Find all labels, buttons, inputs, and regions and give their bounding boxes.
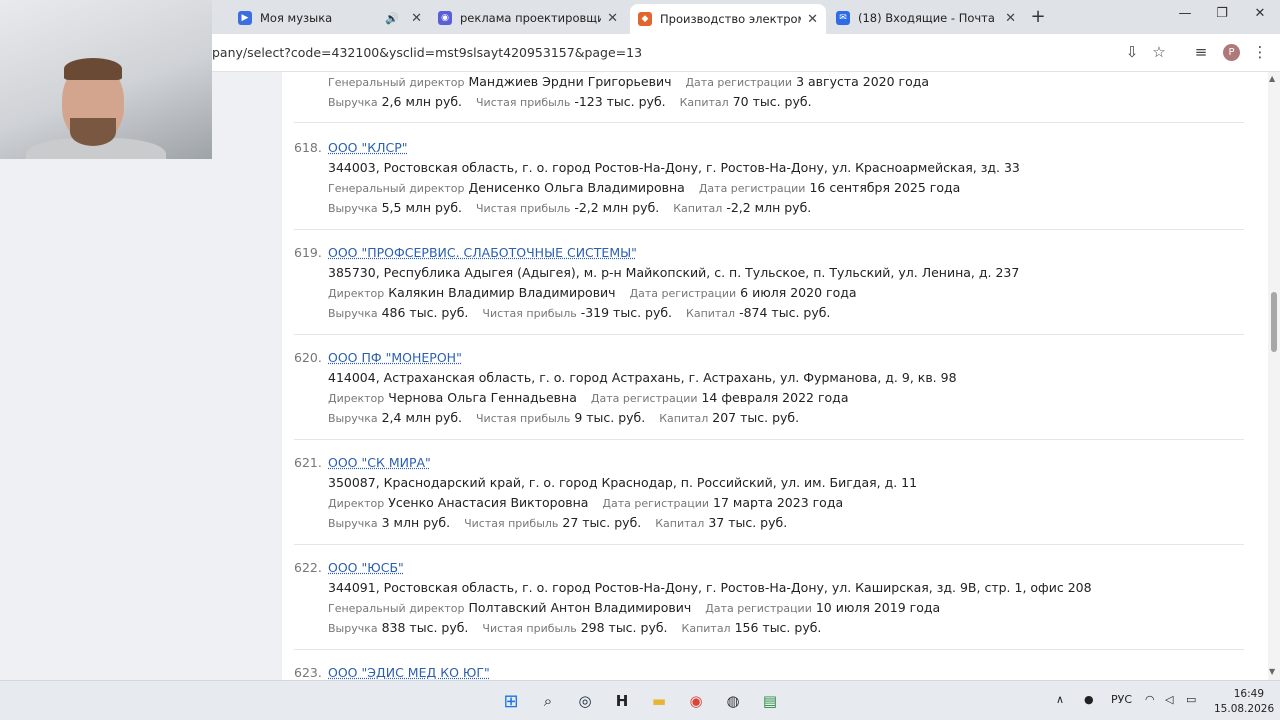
restore-button[interactable]: ❐ bbox=[1212, 6, 1232, 21]
tab-rusprofile[interactable]: ◆ Производство электромонтаж ✕ bbox=[630, 4, 826, 34]
tab-music[interactable]: ▶ Моя музыка 🔊 ✕ bbox=[230, 4, 430, 32]
media-control-icon[interactable]: ≡ bbox=[1191, 43, 1211, 61]
list-item: 619. ООО "ПРОФСЕРВИС. СЛАБОТОЧНЫЕ СИСТЕМ… bbox=[294, 230, 1244, 335]
list-item: 618. ООО "КЛСР" 344003, Ростовская облас… bbox=[294, 125, 1244, 230]
item-number: 622. bbox=[294, 560, 322, 575]
item-number: 621. bbox=[294, 455, 322, 470]
company-list: Генеральный директор Манджиев Эрдни Григ… bbox=[282, 72, 1268, 680]
director-line: Директор Чернова Ольга Геннадьевна Дата … bbox=[328, 390, 849, 405]
scroll-down-arrow-icon[interactable]: ▼ bbox=[1269, 667, 1275, 676]
address-line: 344003, Ростовская область, г. о. город … bbox=[328, 160, 1020, 175]
director-line: Генеральный директор Денисенко Ольга Вла… bbox=[328, 180, 961, 195]
address-line: 414004, Астраханская область, г. о. горо… bbox=[328, 370, 957, 385]
close-icon[interactable]: ✕ bbox=[607, 11, 618, 26]
finance-line: Выручка 2,4 млн руб. Чистая прибыль 9 ты… bbox=[328, 410, 800, 425]
profile-avatar[interactable]: P bbox=[1223, 44, 1240, 61]
search-icon[interactable]: ⌕ bbox=[536, 689, 560, 713]
minimize-button[interactable]: — bbox=[1175, 6, 1195, 21]
director-line: Генеральный директор Манджиев Эрдни Григ… bbox=[328, 74, 930, 89]
play-icon: ▶ bbox=[238, 11, 252, 25]
windows-start-icon[interactable]: ⊞ bbox=[499, 689, 523, 713]
finance-line: Выручка 838 тыс. руб. Чистая прибыль 298… bbox=[328, 620, 822, 635]
tab-title: Моя музыка bbox=[260, 11, 333, 25]
microphone-icon[interactable]: ● bbox=[1084, 693, 1094, 706]
finance-line: Выручка 2,6 млн руб. Чистая прибыль -123… bbox=[328, 94, 812, 109]
item-number: 618. bbox=[294, 140, 322, 155]
new-tab-button[interactable]: + bbox=[1028, 6, 1048, 27]
tab-title: Производство электромонтаж bbox=[660, 12, 801, 26]
list-item: 621. ООО "СК МИРА" 350087, Краснодарский… bbox=[294, 440, 1244, 545]
app-h-icon[interactable]: H bbox=[610, 689, 634, 713]
system-clock[interactable]: 16:49 15.08.2026 bbox=[1214, 687, 1274, 717]
battery-icon[interactable]: ▭ bbox=[1186, 693, 1196, 706]
tab-mail[interactable]: ✉ (18) Входящие - Почта Mail ✕ bbox=[828, 4, 1024, 32]
volume-icon[interactable]: ◁ bbox=[1165, 693, 1173, 706]
mail-icon: ✉ bbox=[836, 11, 850, 25]
list-item: 622. ООО "ЮСБ" 344091, Ростовская област… bbox=[294, 545, 1244, 650]
company-link[interactable]: ООО "ЭДИС МЕД КО ЮГ" bbox=[328, 665, 490, 680]
scrollbar-thumb[interactable] bbox=[1271, 292, 1277, 352]
tab-title: реклама проектировщика - De bbox=[460, 11, 602, 25]
rusprofile-icon: ◆ bbox=[638, 12, 652, 26]
tab-title: (18) Входящие - Почта Mail bbox=[858, 11, 999, 25]
close-icon[interactable]: ✕ bbox=[411, 11, 422, 26]
address-line: 385730, Республика Адыгея (Адыгея), м. р… bbox=[328, 265, 1020, 280]
item-number: 620. bbox=[294, 350, 322, 365]
chrome-icon[interactable]: ◉ bbox=[684, 689, 708, 713]
company-link[interactable]: ООО "ПРОФСЕРВИС. СЛАБОТОЧНЫЕ СИСТЕМЫ" bbox=[328, 245, 637, 260]
director-line: Директор Усенко Анастасия Викторовна Дат… bbox=[328, 495, 844, 510]
company-link[interactable]: ООО "СК МИРА" bbox=[328, 455, 431, 470]
item-number: 619. bbox=[294, 245, 322, 260]
close-icon[interactable]: ✕ bbox=[807, 12, 818, 27]
address-line: 350087, Краснодарский край, г. о. город … bbox=[328, 475, 918, 490]
finance-line: Выручка 3 млн руб. Чистая прибыль 27 тыс… bbox=[328, 515, 788, 530]
install-app-icon[interactable]: ⇩ bbox=[1122, 43, 1142, 61]
game-app-icon[interactable]: ◍ bbox=[721, 689, 745, 713]
list-item: 620. ООО ПФ "МОНЕРОН" 414004, Астраханск… bbox=[294, 335, 1244, 440]
person-beard bbox=[70, 118, 116, 146]
steam-icon[interactable]: ◎ bbox=[573, 689, 597, 713]
tab-deepseek[interactable]: ◉ реклама проектировщика - De ✕ bbox=[430, 4, 626, 32]
deepseek-icon: ◉ bbox=[438, 11, 452, 25]
windows-taskbar: ⊞ ⌕ ◎ H ▬ ◉ ◍ ▤ ∧ ● РУС ◠ ◁ ▭ 16:49 15.0… bbox=[0, 680, 1280, 720]
speaker-icon[interactable]: 🔊 bbox=[385, 12, 399, 25]
company-link[interactable]: ООО "КЛСР" bbox=[328, 140, 408, 155]
language-indicator[interactable]: РУС bbox=[1111, 693, 1132, 706]
person-hair bbox=[64, 58, 122, 80]
url-field[interactable]: pany/select?code=432100&ysclid=mst9slsay… bbox=[212, 45, 642, 60]
scroll-up-arrow-icon[interactable]: ▲ bbox=[1269, 74, 1275, 83]
list-item: 623. ООО "ЭДИС МЕД КО ЮГ" bbox=[294, 650, 1244, 680]
menu-icon[interactable]: ⋮ bbox=[1250, 43, 1270, 61]
address-line: 344091, Ростовская область, г. о. город … bbox=[328, 580, 1092, 595]
file-explorer-icon[interactable]: ▬ bbox=[647, 689, 671, 713]
close-icon[interactable]: ✕ bbox=[1005, 11, 1016, 26]
wifi-icon[interactable]: ◠ bbox=[1145, 693, 1155, 706]
tray-overflow-icon[interactable]: ∧ bbox=[1056, 693, 1064, 706]
director-line: Директор Калякин Владимир Владимирович Д… bbox=[328, 285, 857, 300]
webcam-overlay bbox=[0, 0, 212, 159]
company-link[interactable]: ООО ПФ "МОНЕРОН" bbox=[328, 350, 462, 365]
list-item: Генеральный директор Манджиев Эрдни Григ… bbox=[294, 72, 1244, 123]
bookmark-star-icon[interactable]: ☆ bbox=[1149, 43, 1169, 61]
page-scrollbar[interactable] bbox=[1268, 72, 1280, 680]
finance-line: Выручка 486 тыс. руб. Чистая прибыль -31… bbox=[328, 305, 831, 320]
close-window-button[interactable]: ✕ bbox=[1250, 6, 1270, 21]
notepad-icon[interactable]: ▤ bbox=[758, 689, 782, 713]
director-line: Генеральный директор Полтавский Антон Вл… bbox=[328, 600, 941, 615]
company-link[interactable]: ООО "ЮСБ" bbox=[328, 560, 404, 575]
finance-line: Выручка 5,5 млн руб. Чистая прибыль -2,2… bbox=[328, 200, 812, 215]
item-number: 623. bbox=[294, 665, 322, 680]
